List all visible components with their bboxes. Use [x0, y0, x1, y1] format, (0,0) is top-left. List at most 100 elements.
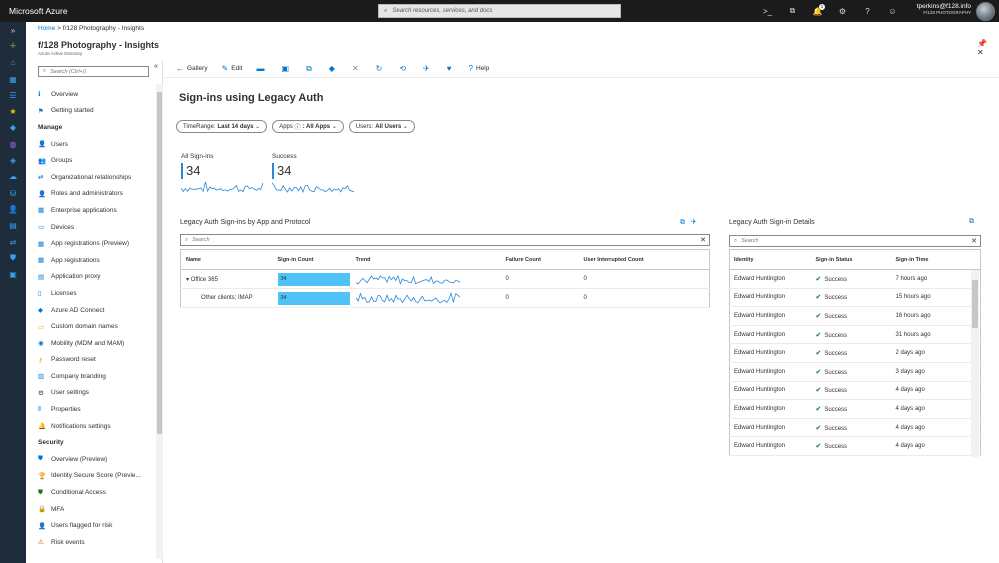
- expand-caret-icon[interactable]: ▾: [186, 277, 189, 283]
- copy-icon[interactable]: ⧉: [680, 219, 685, 226]
- resource-diamond-icon[interactable]: ◆: [0, 120, 26, 136]
- dashboard-icon[interactable]: ▦: [0, 71, 26, 87]
- column-header-status[interactable]: Sign-in Status: [811, 249, 892, 270]
- table-row[interactable]: Edward Huntington ✔ Success 7 hours ago: [729, 269, 981, 289]
- resource-monitor-icon[interactable]: ▤: [0, 218, 26, 234]
- discard-button[interactable]: ✕: [352, 64, 362, 73]
- pin-icon[interactable]: ✈: [691, 219, 697, 226]
- sidebar-item-roles-and-administrators[interactable]: 👤 Roles and administrators: [38, 186, 154, 203]
- sidebar-item-azure-ad-connect[interactable]: ◆ Azure AD Connect: [38, 302, 154, 319]
- sidebar-item-getting-started[interactable]: ⚑ Getting started: [38, 103, 154, 120]
- sidebar-item-users-flagged-for-risk[interactable]: 👤 Users flagged for risk: [38, 517, 154, 534]
- sidebar-item-app-registrations-preview[interactable]: ▦ App registrations (Preview): [38, 235, 154, 252]
- resource-network-icon[interactable]: ⇌: [0, 234, 26, 250]
- table-row[interactable]: Edward Huntington ✔ Success 15 hours ago: [729, 288, 981, 308]
- sidebar-item-company-branding[interactable]: ▥ Company branding: [38, 368, 154, 385]
- resource-db-icon[interactable]: ⛁: [0, 185, 26, 201]
- account-info[interactable]: tperkins@f128.info F/128 PHOTOGRAPHY: [905, 3, 971, 15]
- sidebar-item-notifications-settings[interactable]: 🔔 Notifications settings: [38, 418, 154, 435]
- column-header-trend[interactable]: Trend: [350, 249, 501, 270]
- sidebar-item-risk-events[interactable]: ⚠ Risk events: [38, 534, 154, 551]
- clear-icon[interactable]: ✕: [971, 237, 977, 245]
- sidebar-item-devices[interactable]: ▭ Devices: [38, 219, 154, 236]
- sidebar-item-licenses[interactable]: ▯ Licenses: [38, 285, 154, 302]
- sidebar-item-password-reset[interactable]: ⚷ Password reset: [38, 352, 154, 369]
- sidebar-item-application-proxy[interactable]: ▤ Application proxy: [38, 269, 154, 286]
- resource-shield-icon[interactable]: ⛊: [0, 250, 26, 266]
- table-row[interactable]: Edward Huntington ✔ Success 4 days ago: [729, 381, 981, 401]
- resource-cube-icon[interactable]: ◈: [0, 152, 26, 168]
- column-header-name[interactable]: Name: [180, 249, 273, 270]
- menu-search-input[interactable]: ⌕ Search (Ctrl+/): [38, 66, 149, 77]
- collapse-menu-icon[interactable]: «: [154, 63, 158, 70]
- menu-scrollbar-thumb[interactable]: [157, 92, 162, 434]
- column-header-identity[interactable]: Identity: [729, 249, 812, 270]
- table-row[interactable]: Edward Huntington ✔ Success 3 days ago: [729, 362, 981, 382]
- column-header-interrupted[interactable]: User Interrupted Count: [578, 249, 710, 270]
- sidebar-item-custom-domain-names[interactable]: ▭ Custom domain names: [38, 318, 154, 335]
- create-resource-icon[interactable]: +: [0, 38, 26, 54]
- sidebar-item-overview-preview[interactable]: ⛊ Overview (Preview): [38, 451, 154, 468]
- menu-scrollbar[interactable]: [156, 84, 163, 559]
- sidebar-item-mfa[interactable]: 🔒 MFA: [38, 501, 154, 518]
- sidebar-item-app-registrations[interactable]: ▦ App registrations: [38, 252, 154, 269]
- directory-filter-icon[interactable]: ⧉: [780, 6, 805, 16]
- favorite-button[interactable]: ♥: [447, 64, 455, 73]
- resource-device-icon[interactable]: ▣: [0, 266, 26, 282]
- brand-title[interactable]: Microsoft Azure: [0, 6, 150, 16]
- apps-filter[interactable]: Apps ⓘ: All Apps ⌄: [272, 120, 344, 133]
- save-button[interactable]: ▣: [282, 64, 293, 73]
- help-question-icon[interactable]: ?: [855, 7, 880, 16]
- expand-menu-icon[interactable]: »: [0, 22, 26, 38]
- sidebar-item-groups[interactable]: 👥 Groups: [38, 152, 154, 169]
- table-row[interactable]: Edward Huntington ✔ Success 4 days ago: [729, 399, 981, 419]
- help-button[interactable]: ? Help: [469, 64, 490, 73]
- sidebar-item-organizational-relationships[interactable]: ⇄ Organizational relationships: [38, 169, 154, 186]
- global-search-input[interactable]: ⌕ Search resources, services, and docs: [378, 4, 621, 18]
- sidebar-item-identity-secure-score-previe[interactable]: 🏆 Identity Secure Score (Previe...: [38, 468, 154, 485]
- notifications-icon[interactable]: 🔔 1: [805, 3, 830, 16]
- table-row[interactable]: Edward Huntington ✔ Success 16 hours ago: [729, 306, 981, 326]
- apps-search-input[interactable]: ⌕ Search ✕: [180, 234, 710, 246]
- time-range-filter[interactable]: TimeRange: Last 14 days ⌄: [176, 120, 268, 133]
- sidebar-item-conditional-access[interactable]: ⛊ Conditional Access: [38, 484, 154, 501]
- resource-cloud-icon[interactable]: ☁: [0, 169, 26, 185]
- refresh-button[interactable]: ↻: [376, 64, 386, 73]
- open-button[interactable]: ▬: [257, 64, 268, 73]
- favorites-star-icon[interactable]: ★: [0, 103, 26, 119]
- save-as-button[interactable]: ⧉: [306, 64, 315, 74]
- sidebar-item-mobility-mdm-and-mam[interactable]: ◉ Mobility (MDM and MAM): [38, 335, 154, 352]
- breadcrumb-home[interactable]: Home: [38, 25, 55, 32]
- sidebar-item-enterprise-applications[interactable]: ▦ Enterprise applications: [38, 202, 154, 219]
- sidebar-item-properties[interactable]: ⦀ Properties: [38, 401, 154, 418]
- edit-button[interactable]: ✎ Edit: [222, 64, 243, 73]
- column-header-time[interactable]: Sign-in Time: [891, 249, 981, 270]
- resource-user-icon[interactable]: 👤: [0, 201, 26, 217]
- pin-icon[interactable]: 📌: [977, 39, 987, 48]
- table-row[interactable]: Edward Huntington ✔ Success 2 days ago: [729, 343, 981, 363]
- settings-gear-icon[interactable]: ⚙: [830, 7, 855, 16]
- column-header-count[interactable]: Sign-in Count: [272, 249, 351, 270]
- table-row[interactable]: Edward Huntington ✔ Success 4 days ago: [729, 436, 981, 456]
- table-row[interactable]: Other clients; IMAP 34 0 0: [180, 288, 710, 308]
- all-services-icon[interactable]: ☰: [0, 87, 26, 103]
- home-icon[interactable]: ⌂: [0, 55, 26, 71]
- details-search-input[interactable]: ⌕ Search ✕: [729, 235, 981, 247]
- sidebar-item-overview[interactable]: ℹ Overview: [38, 86, 154, 103]
- table-row[interactable]: ▾ Office 365 34 0 0: [180, 269, 710, 289]
- details-scrollbar[interactable]: [971, 270, 979, 457]
- table-row[interactable]: Edward Huntington ✔ Success 31 hours ago: [729, 325, 981, 345]
- auto-refresh-button[interactable]: ⟲: [399, 64, 409, 73]
- sidebar-item-user-settings[interactable]: ⚙ User settings: [38, 385, 154, 402]
- avatar[interactable]: [976, 2, 995, 21]
- clear-icon[interactable]: ✕: [700, 236, 706, 244]
- table-row[interactable]: Edward Huntington ✔ Success 4 days ago: [729, 418, 981, 438]
- users-filter[interactable]: Users: All Users ⌄: [348, 120, 415, 133]
- feedback-smiley-icon[interactable]: ☺: [880, 7, 905, 16]
- tag-button[interactable]: ◆: [329, 64, 338, 73]
- pin-button[interactable]: ✈: [423, 64, 433, 73]
- details-scrollbar-thumb[interactable]: [972, 280, 978, 328]
- sidebar-item-users[interactable]: 👤 Users: [38, 136, 154, 153]
- gallery-button[interactable]: ← Gallery: [176, 64, 208, 73]
- cloud-shell-icon[interactable]: >_: [755, 7, 780, 16]
